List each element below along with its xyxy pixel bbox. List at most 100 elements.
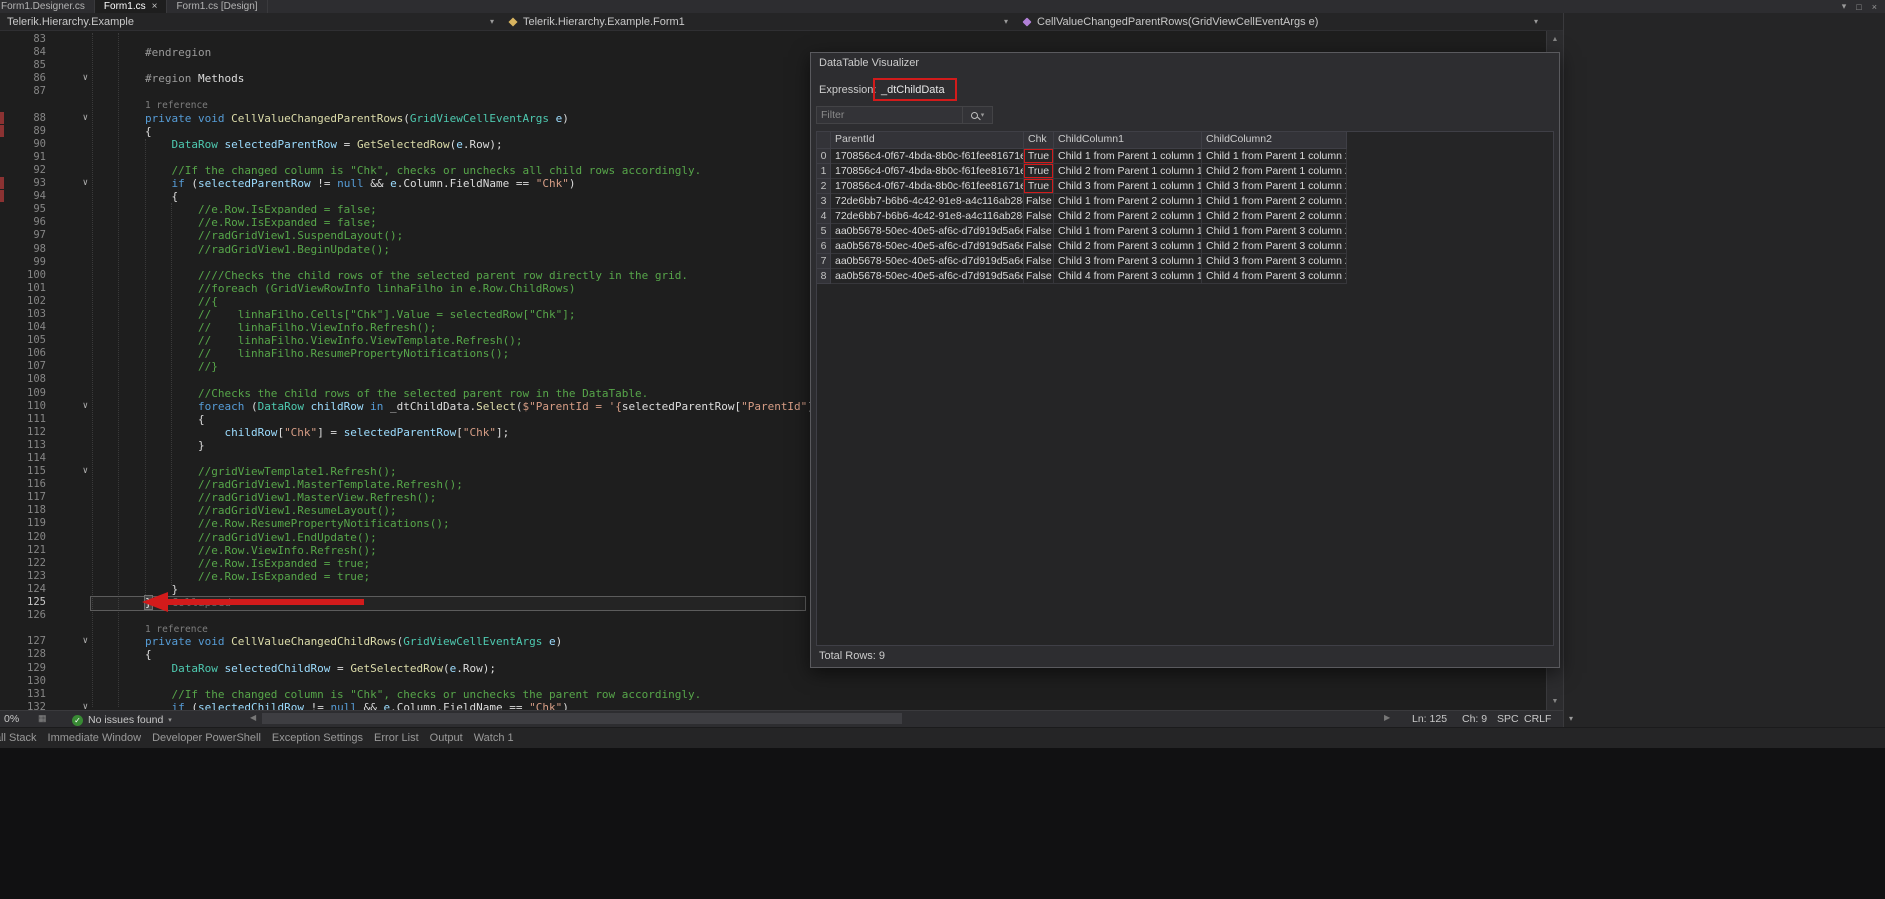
spaces-indicator[interactable]: SPC	[1497, 713, 1519, 725]
grid-cell-childcolumn1[interactable]: Child 2 from Parent 3 column 1	[1054, 239, 1202, 254]
fold-chevron-icon[interactable]: ∨	[46, 465, 92, 478]
grid-row-header[interactable]: 7	[817, 254, 831, 269]
line-ending-indicator[interactable]: CRLF	[1524, 713, 1551, 725]
grid-cell-chk[interactable]: True	[1024, 149, 1054, 164]
grid-cell-childcolumn2[interactable]: Child 1 from Parent 3 column 2	[1202, 224, 1347, 239]
grid-row-header[interactable]: 2	[817, 179, 831, 194]
close-tab-icon[interactable]: ×	[152, 1, 158, 12]
dialog-title[interactable]: DataTable Visualizer	[819, 57, 919, 69]
grid-column-header[interactable]: ChildColumn2	[1202, 132, 1347, 149]
grid-cell-childcolumn1[interactable]: Child 2 from Parent 1 column 1	[1054, 164, 1202, 179]
fold-chevron-icon[interactable]: ∨	[46, 400, 92, 413]
grid-cell-chk[interactable]: False	[1024, 269, 1054, 284]
fold-chevron-icon[interactable]: ∨	[46, 635, 92, 648]
codelens-references[interactable]: 1 reference	[145, 100, 208, 111]
grid-cell-parentid[interactable]: 170856c4-0f67-4bda-8b0c-f61fee81671e	[831, 149, 1024, 164]
code-token: _dtChildData.	[383, 400, 476, 413]
grid-cell-childcolumn2[interactable]: Child 2 from Parent 1 column 2	[1202, 164, 1347, 179]
grid-column-header[interactable]: Chk	[1024, 132, 1054, 149]
panel-tab[interactable]: Output	[430, 732, 463, 744]
grid-cell-childcolumn1[interactable]: Child 1 from Parent 1 column 1	[1054, 149, 1202, 164]
grid-cell-parentid[interactable]: 72de6bb7-b6b6-4c42-91e8-a4c116ab28ca	[831, 209, 1024, 224]
grid-cell-childcolumn1[interactable]: Child 3 from Parent 1 column 1	[1054, 179, 1202, 194]
grid-cell-childcolumn1[interactable]: Child 1 from Parent 2 column 1	[1054, 194, 1202, 209]
panel-tab[interactable]: Developer PowerShell	[152, 732, 261, 744]
grid-cell-chk[interactable]: False	[1024, 209, 1054, 224]
gutter-margin	[0, 373, 12, 386]
fold-chevron-icon[interactable]: ∨	[46, 112, 92, 125]
grid-cell-childcolumn1[interactable]: Child 3 from Parent 3 column 1	[1054, 254, 1202, 269]
scroll-up-icon[interactable]: ▲	[1547, 36, 1563, 43]
type-dropdown[interactable]: Telerik.Hierarchy.Example.Form1 ▾	[502, 13, 1016, 30]
panel-tab[interactable]: Call Stack	[0, 732, 37, 744]
grid-cell-chk[interactable]: False	[1024, 194, 1054, 209]
fold-chevron-icon[interactable]: ∨	[46, 72, 92, 85]
filter-input[interactable]	[816, 106, 963, 124]
line-number: 116	[12, 478, 46, 491]
grid-cell-childcolumn2[interactable]: Child 2 from Parent 2 column 2	[1202, 209, 1347, 224]
grid-cell-parentid[interactable]: aa0b5678-50ec-40e5-af6c-d7d919d5a6e9	[831, 254, 1024, 269]
grid-row-header[interactable]: 0	[817, 149, 831, 164]
grid-cell-chk[interactable]: True	[1024, 164, 1054, 179]
code-token: //e.Row.ResumePropertyNotifications();	[92, 517, 450, 530]
grid-cell-parentid[interactable]: aa0b5678-50ec-40e5-af6c-d7d919d5a6e9	[831, 269, 1024, 284]
panel-tab[interactable]: Error List	[374, 732, 419, 744]
scroll-right-icon[interactable]: ▶	[1384, 713, 1390, 722]
document-tab[interactable]: Form1.cs [Design]	[167, 0, 267, 13]
grid-cell-childcolumn1[interactable]: Child 2 from Parent 2 column 1	[1054, 209, 1202, 224]
grid-row-header[interactable]: 4	[817, 209, 831, 224]
grid-cell-parentid[interactable]: 170856c4-0f67-4bda-8b0c-f61fee81671e	[831, 179, 1024, 194]
grid-cell-chk[interactable]: False	[1024, 224, 1054, 239]
line-number: 132	[12, 701, 46, 710]
grid-cell-chk[interactable]: False	[1024, 254, 1054, 269]
tab-list-chevron-icon[interactable]: ▾	[1842, 1, 1847, 12]
line-indicator[interactable]: Ln: 125	[1412, 713, 1447, 725]
grid-cell-parentid[interactable]: 170856c4-0f67-4bda-8b0c-f61fee81671e	[831, 164, 1024, 179]
grid-row-header[interactable]: 6	[817, 239, 831, 254]
search-button[interactable]: ▾	[963, 106, 993, 124]
member-dropdown[interactable]: CellValueChangedParentRows(GridViewCellE…	[1016, 13, 1546, 30]
grid-row-header[interactable]: 8	[817, 269, 831, 284]
grid-cell-parentid[interactable]: 72de6bb7-b6b6-4c42-91e8-a4c116ab28ca	[831, 194, 1024, 209]
grid-cell-childcolumn2[interactable]: Child 2 from Parent 3 column 2	[1202, 239, 1347, 254]
code-token: private	[145, 635, 191, 648]
grid-cell-chk[interactable]: True	[1024, 179, 1054, 194]
panel-tab[interactable]: Immediate Window	[48, 732, 142, 744]
close-window-icon[interactable]: ×	[1872, 2, 1877, 12]
project-dropdown[interactable]: Telerik.Hierarchy.Example ▾	[0, 13, 502, 30]
gutter-margin	[0, 531, 12, 544]
document-tab[interactable]: Form1.cs×	[95, 0, 168, 13]
fold-chevron-icon[interactable]: ∨	[46, 177, 92, 190]
document-tab[interactable]: Form1.Designer.cs	[0, 0, 95, 13]
grid-cell-childcolumn2[interactable]: Child 1 from Parent 2 column 2	[1202, 194, 1347, 209]
document-health-indicator[interactable]: ✓ No issues found ▾	[72, 713, 172, 727]
horizontal-scrollbar-thumb[interactable]	[262, 713, 902, 724]
grid-cell-childcolumn1[interactable]: Child 4 from Parent 3 column 1	[1054, 269, 1202, 284]
grid-row-header[interactable]: 3	[817, 194, 831, 209]
grid-row-header[interactable]: 1	[817, 164, 831, 179]
grid-column-header[interactable]: ParentId	[831, 132, 1024, 149]
grid-cell-childcolumn2[interactable]: Child 3 from Parent 3 column 2	[1202, 254, 1347, 269]
grid-cell-childcolumn1[interactable]: Child 1 from Parent 3 column 1	[1054, 224, 1202, 239]
column-indicator[interactable]: Ch: 9	[1462, 713, 1487, 725]
scroll-left-icon[interactable]: ◀	[250, 713, 256, 722]
grid-cell-childcolumn2[interactable]: Child 1 from Parent 1 column 2	[1202, 149, 1347, 164]
codelens-references[interactable]: 1 reference	[145, 624, 208, 635]
float-window-icon[interactable]: □	[1856, 2, 1861, 12]
scroll-down-icon[interactable]: ▼	[1547, 698, 1563, 705]
tool-window-tab-bar: Call Stack Immediate Window Developer Powe…	[0, 727, 1885, 748]
fold-chevron-icon[interactable]: ∨	[46, 701, 92, 710]
grid-cell-childcolumn2[interactable]: Child 4 from Parent 3 column 2	[1202, 269, 1347, 284]
grid-cell-chk[interactable]: False	[1024, 239, 1054, 254]
grid-cell-parentid[interactable]: aa0b5678-50ec-40e5-af6c-d7d919d5a6e9	[831, 224, 1024, 239]
overflow-chevron-icon[interactable]: ▾	[1569, 714, 1573, 723]
grid-column-header[interactable]: ChildColumn1	[1054, 132, 1202, 149]
split-view-icon[interactable]: ▦	[38, 713, 47, 724]
zoom-level[interactable]: 0%	[4, 713, 19, 725]
grid-row-header[interactable]: 5	[817, 224, 831, 239]
grid-cell-parentid[interactable]: aa0b5678-50ec-40e5-af6c-d7d919d5a6e9	[831, 239, 1024, 254]
panel-tab[interactable]: Watch 1	[474, 732, 514, 744]
grid-column-header[interactable]	[817, 132, 831, 149]
panel-tab[interactable]: Exception Settings	[272, 732, 363, 744]
grid-cell-childcolumn2[interactable]: Child 3 from Parent 1 column 2	[1202, 179, 1347, 194]
